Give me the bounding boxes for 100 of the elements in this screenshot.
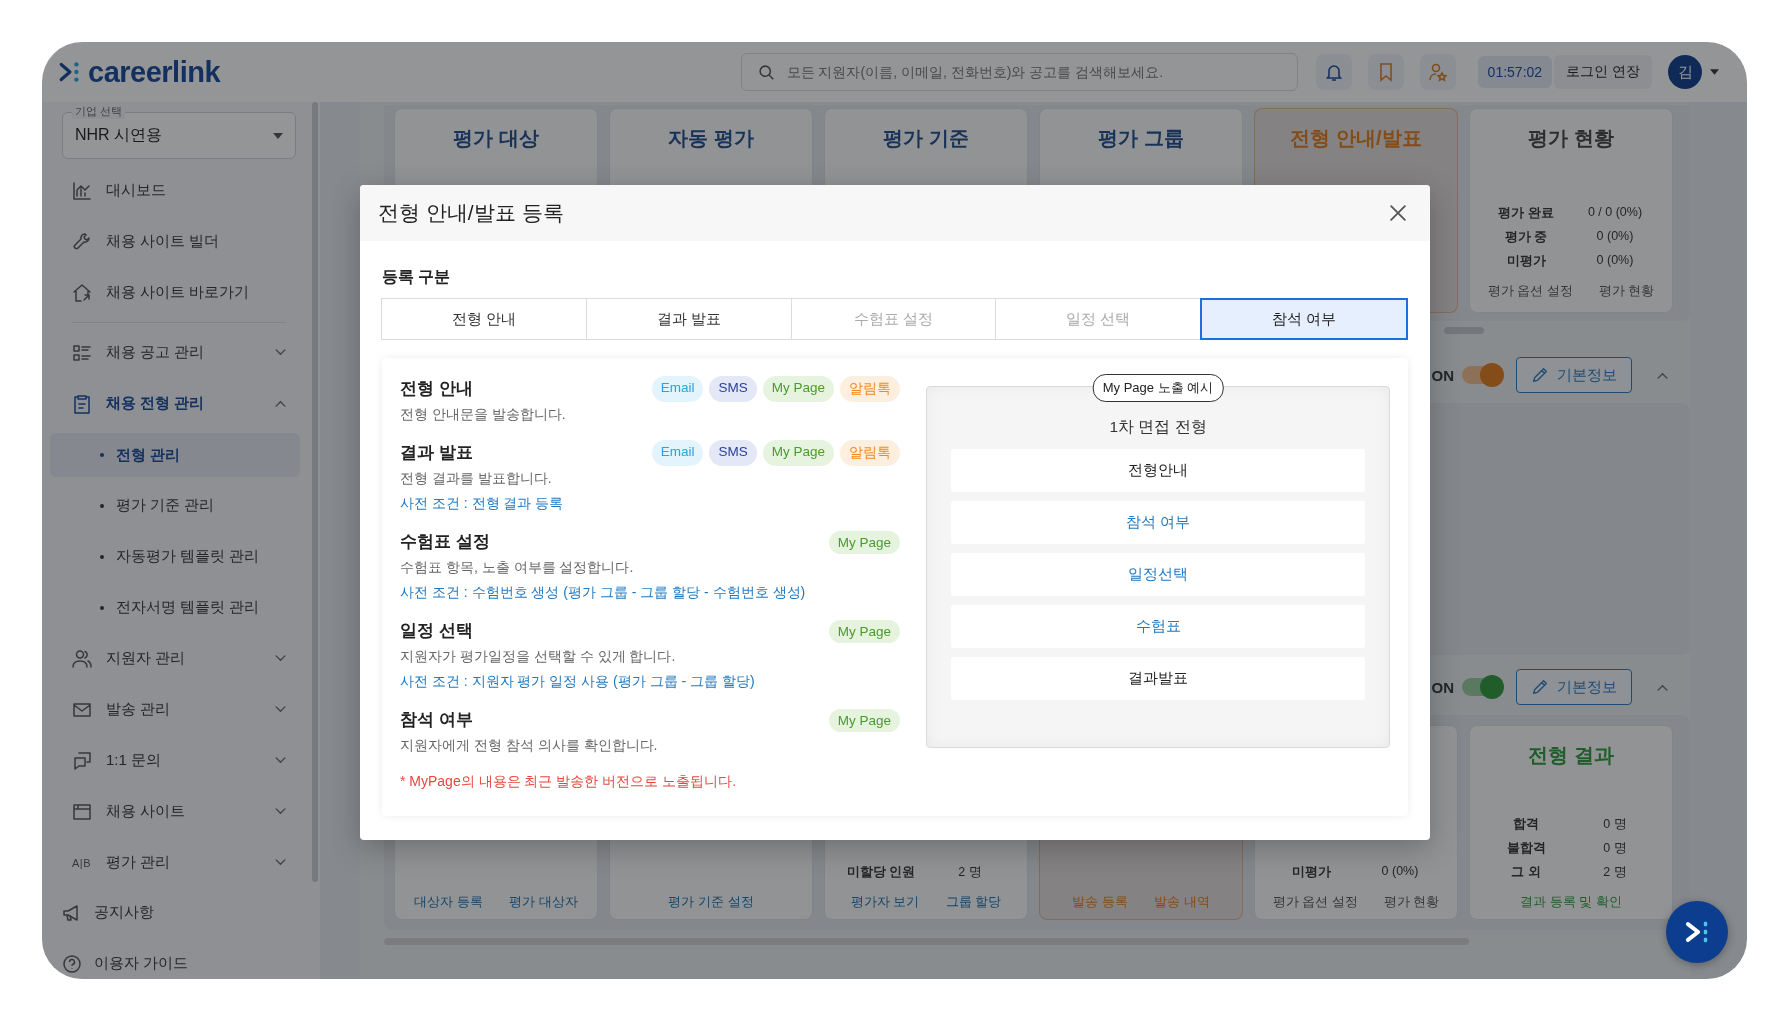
chevron-up-icon[interactable] [275, 400, 286, 407]
list-icon [72, 342, 92, 363]
chevron-up-icon[interactable] [1657, 371, 1668, 379]
sidebar-item[interactable]: A|B 평가 관리 [62, 837, 296, 888]
sidebar-item[interactable]: 채용 사이트 바로가기 [62, 267, 296, 318]
section-label: 등록 구분 [382, 267, 452, 287]
edit-info-button[interactable]: 기본정보 [1516, 357, 1632, 393]
card-link[interactable]: 평가 기준 설정 [668, 893, 754, 911]
channel-tag: My Page [828, 708, 900, 732]
stat-value: 0 / 0 (0%) [1586, 205, 1644, 221]
card-title: 전형 안내/발표 [1290, 126, 1422, 151]
stat-label: 불합격 [1505, 840, 1547, 857]
select-label: 기업 선택 [72, 104, 126, 119]
edit-info-button[interactable]: 기본정보 [1516, 669, 1632, 705]
chevron-down-icon[interactable] [275, 706, 286, 713]
sidebar-item[interactable]: 채용 사이트 빌더 [62, 216, 296, 267]
sidebar-subitem[interactable]: 전자서명 템플릿 관리 [50, 582, 300, 633]
clipboard-icon [72, 393, 92, 414]
floating-action-button[interactable] [1666, 901, 1728, 963]
stat-value: 0 (0%) [1380, 864, 1420, 880]
stat-label: 평가 완료 [1497, 205, 1555, 222]
house-icon [72, 282, 92, 303]
card-title: 자동 평가 [668, 126, 754, 151]
card-title: 평가 대상 [453, 126, 539, 151]
channel-tag: 알림톡 [840, 376, 900, 402]
item-description: 수험표 항목, 노출 여부를 설정합니다. [400, 559, 635, 577]
search-bar[interactable]: 모든 지원자(이름, 이메일, 전화번호)와 공고를 검색해보세요. [740, 53, 1298, 91]
tab[interactable]: 전형 안내 [381, 298, 587, 340]
logo-text[interactable]: careerlink [88, 55, 221, 89]
caret-icon [273, 132, 283, 139]
preview-item: 일정선택 [951, 553, 1365, 596]
card-link[interactable]: 평가 현황 [1383, 893, 1440, 911]
stat-value: 0 (0%) [1595, 253, 1635, 269]
channel-tag: 알림톡 [840, 440, 900, 466]
chevron-down-icon[interactable] [275, 757, 286, 764]
sidebar-item[interactable]: 1:1 문의 [62, 735, 296, 786]
caret-icon[interactable] [1710, 69, 1719, 75]
sidebar-item[interactable]: 채용 전형 관리 [62, 378, 296, 429]
toggle-switch[interactable] [1460, 363, 1504, 387]
card-link[interactable]: 대상자 등록 [414, 893, 483, 911]
preview-badge: My Page 노출 예시 [1092, 374, 1224, 402]
wrench-icon [72, 231, 92, 252]
chevron-down-icon[interactable] [275, 808, 286, 815]
sidebar-subitem[interactable]: 전형 관리 [50, 433, 300, 477]
card-link[interactable]: 결과 등록 및 확인 [1520, 893, 1622, 911]
card-link[interactable]: 그룹 할당 [945, 893, 1002, 911]
bookmark-button[interactable] [1367, 54, 1404, 90]
stat-label: 미평가 [1290, 864, 1332, 881]
card-link[interactable]: 평가 대상자 [509, 893, 578, 911]
extend-login-button[interactable]: 로그인 연장 [1554, 55, 1652, 89]
pencil-icon [1531, 366, 1549, 384]
tab[interactable]: 결과 발표 [585, 298, 792, 340]
scrollbar-thumb[interactable] [1444, 327, 1484, 334]
sidebar-item[interactable]: 채용 공고 관리 [62, 327, 296, 378]
help-icon [62, 953, 82, 974]
channel-tag: My Page [828, 619, 900, 643]
sidebar-item[interactable]: 발송 관리 [62, 684, 296, 735]
channel-tag: Email [651, 376, 704, 402]
stat-label: 미평가 [1505, 253, 1547, 270]
card-link[interactable]: 평가 옵션 설정 [1272, 893, 1358, 911]
channel-tag: Email [651, 440, 704, 466]
stat-value: 2 명 [957, 864, 983, 881]
bullet-icon [100, 503, 104, 508]
bullet-icon [100, 605, 104, 610]
channel-tag: My Page [762, 376, 834, 402]
preview-item: 결과발표 [951, 657, 1365, 700]
card-link[interactable]: 평가 옵션 설정 [1487, 282, 1573, 300]
chevron-down-icon[interactable] [275, 349, 286, 356]
tab[interactable]: 참석 여부 [1200, 298, 1408, 340]
preview-title: 1차 면접 전형 [1108, 417, 1208, 437]
item-title: 일정 선택 [400, 620, 473, 641]
sidebar-item[interactable]: 대시보드 [62, 165, 296, 216]
sidebar-subitem[interactable]: 평가 기준 관리 [50, 480, 300, 531]
stat-value: 0 (0%) [1595, 229, 1635, 245]
card-link[interactable]: 평가자 보기 [850, 893, 920, 911]
item-description: 전형 결과를 발표합니다. [400, 470, 553, 488]
item-description: 지원자에게 전형 참석 의사를 확인합니다. [400, 737, 659, 755]
session-timer: 01:57:02 [1477, 56, 1553, 88]
search-field[interactable]: 모든 지원자(이름, 이메일, 전화번호)와 공고를 검색해보세요. [784, 63, 1281, 81]
user-avatar[interactable]: 김 [1668, 55, 1702, 89]
chevron-up-icon[interactable] [1657, 683, 1668, 691]
stat-label: 그 외 [1510, 864, 1542, 881]
sidebar-item[interactable]: 이용자 가이드 [42, 938, 320, 979]
card-title: 평가 기준 [883, 126, 969, 151]
item-description: 전형 안내문을 발송합니다. [400, 406, 567, 424]
toggle-switch[interactable] [1460, 675, 1504, 699]
person-star-button[interactable] [1419, 54, 1456, 90]
chart-icon [72, 180, 92, 201]
sidebar-item[interactable]: 공지사항 [42, 887, 320, 938]
prerequisite-text: 사전 조건 : 지원자 평가 일정 사용 (평가 그룹 - 그룹 할당) [400, 673, 756, 691]
item-title: 전형 안내 [400, 378, 473, 399]
chevron-down-icon[interactable] [275, 655, 286, 662]
card-title: 평가 현황 [1528, 126, 1614, 151]
channel-tag: My Page [828, 530, 900, 554]
sidebar-item[interactable]: 채용 사이트 [62, 786, 296, 837]
sidebar-item[interactable]: 지원자 관리 [62, 633, 296, 684]
notification-button[interactable] [1315, 54, 1352, 90]
card-link[interactable]: 평가 현황 [1598, 282, 1655, 300]
sidebar-subitem[interactable]: 자동평가 템플릿 관리 [50, 531, 300, 582]
chevron-down-icon[interactable] [275, 859, 286, 866]
